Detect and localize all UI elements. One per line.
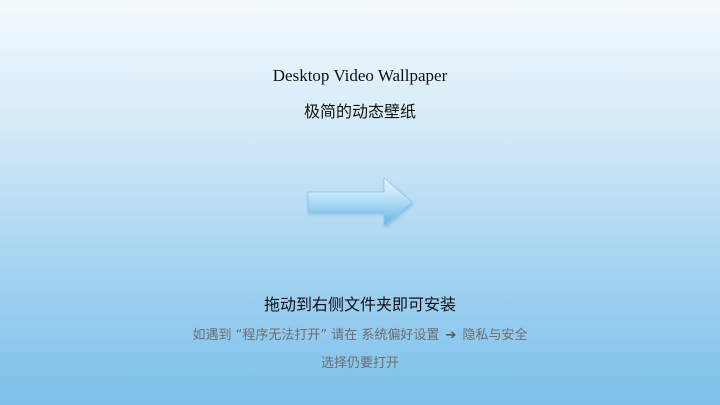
right-arrow-icon: ➔ — [445, 328, 457, 343]
hint-text-part2: 隐私与安全 — [462, 328, 528, 343]
hint-text-part1: 如遇到 “程序无法打开” 请在 系统偏好设置 — [192, 328, 440, 343]
arrow-svg — [307, 177, 413, 227]
app-title: Desktop Video Wallpaper — [272, 66, 448, 85]
app-subtitle: 极简的动态壁纸 — [303, 102, 416, 121]
gatekeeper-hint-line2: 选择仍要打开 — [320, 356, 399, 371]
gatekeeper-hint-line1: 如遇到 “程序无法打开” 请在 系统偏好设置 ➔ 隐私与安全 — [0, 324, 720, 343]
drag-right-arrow-icon — [306, 176, 416, 228]
installer-window: Desktop Video Wallpaper 极简的动态壁纸 拖动到右侧文件夹… — [0, 0, 720, 405]
install-instruction: 拖动到右侧文件夹即可安装 — [263, 295, 456, 314]
